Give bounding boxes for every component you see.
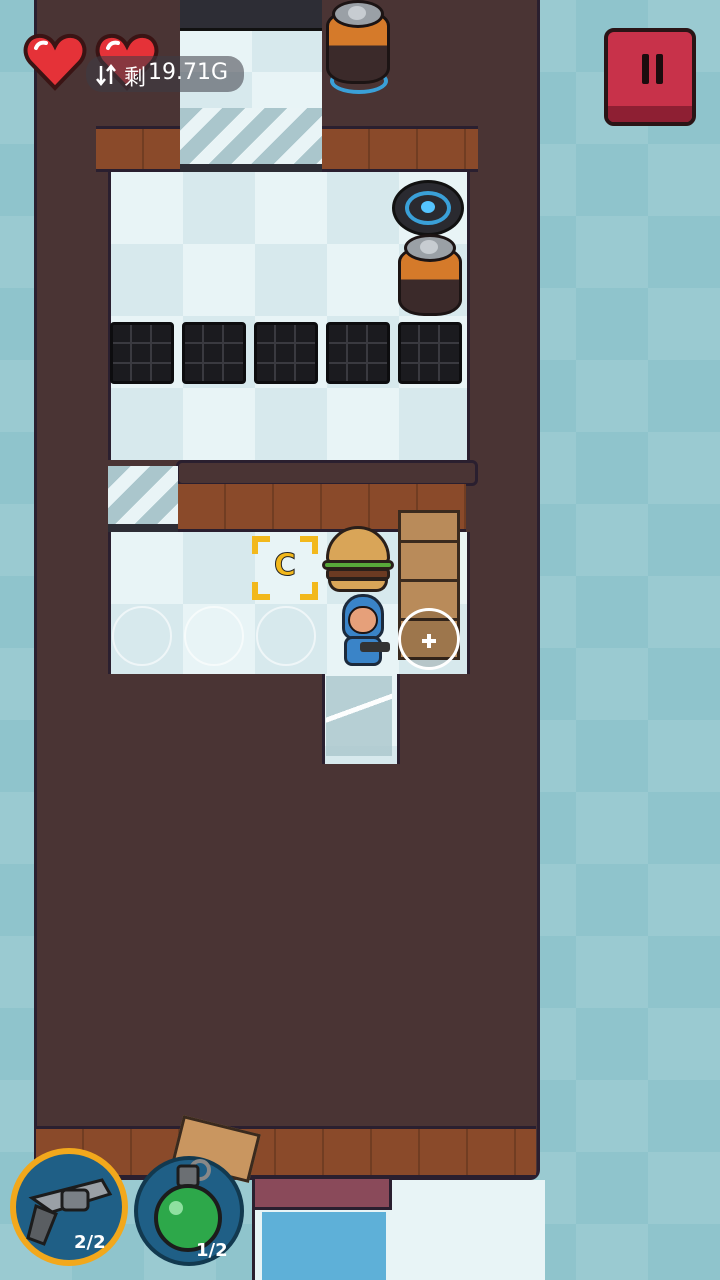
remaining-data-indicator: 剩 19.71G bbox=[86, 56, 244, 92]
swap-arrows-icon bbox=[96, 63, 116, 87]
heart-icon bbox=[22, 32, 88, 92]
revolver-count: 2/2 bbox=[74, 1232, 106, 1253]
empty-slot-icon bbox=[112, 606, 172, 666]
grenade-count: 1/2 bbox=[196, 1240, 228, 1261]
floor-grate-icon bbox=[326, 322, 390, 384]
curtain bbox=[252, 1176, 392, 1210]
revolver-slot[interactable]: 2/2 bbox=[10, 1148, 128, 1266]
remaining-prefix: 剩 bbox=[124, 66, 147, 91]
player-character bbox=[334, 584, 394, 672]
target-marker-letter: C bbox=[273, 548, 297, 584]
brick-wall-upper-right bbox=[322, 126, 478, 172]
glass-barrier-top bbox=[180, 108, 322, 172]
glass-barrier-left bbox=[108, 466, 178, 532]
revolver-icon bbox=[26, 1178, 113, 1246]
target-marker[interactable]: C bbox=[252, 536, 318, 600]
battery-icon[interactable] bbox=[326, 0, 390, 96]
corridor-shutter bbox=[180, 0, 322, 31]
teleporter-pad-icon[interactable] bbox=[392, 180, 464, 236]
empty-slot-icon bbox=[256, 606, 316, 666]
pause-button[interactable] bbox=[604, 28, 696, 126]
grenade-slot[interactable]: 1/2 bbox=[134, 1156, 244, 1266]
floor-grate-icon bbox=[398, 322, 462, 384]
water-channel bbox=[262, 1212, 386, 1280]
floor-grate-icon bbox=[110, 322, 174, 384]
interact-plus-icon[interactable] bbox=[398, 608, 460, 670]
floor-grate-icon bbox=[254, 322, 318, 384]
floor-grate-icon bbox=[182, 322, 246, 384]
battery-icon[interactable] bbox=[398, 232, 462, 316]
pause-icon bbox=[642, 54, 664, 84]
room-divider-wall bbox=[176, 460, 478, 486]
brick-wall-upper-left bbox=[96, 126, 180, 172]
grenade-icon bbox=[154, 1159, 222, 1252]
empty-slot-icon bbox=[184, 606, 244, 666]
remaining-value: 19.71G bbox=[148, 60, 229, 85]
broken-glass-icon bbox=[326, 676, 392, 756]
